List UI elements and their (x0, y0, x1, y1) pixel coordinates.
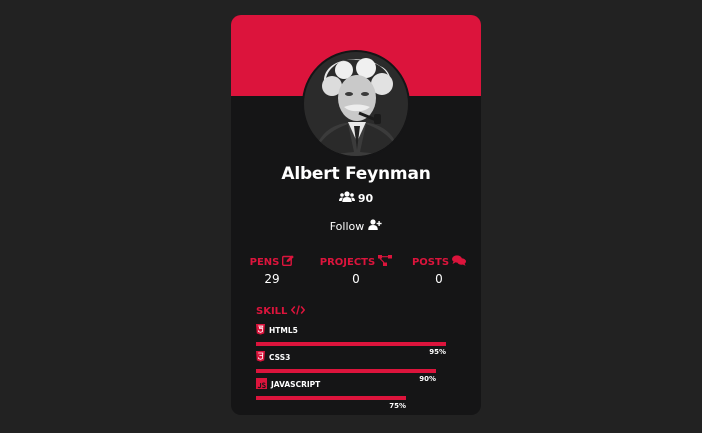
skill-row: HTML5 (256, 324, 446, 337)
comments-icon (452, 255, 467, 269)
skill-percent: 75% (389, 402, 406, 410)
skills-title: SKILL (256, 306, 288, 317)
css3-icon (256, 351, 265, 364)
profile-name: Albert Feynman (281, 164, 431, 184)
skill-progress-bar (256, 342, 446, 346)
stat-posts-label-wrap: POSTS (399, 255, 479, 269)
profile-card: Albert Feynman 90 Follow PENS 29 PROJECT… (231, 15, 481, 415)
stat-projects[interactable]: PROJECTS 0 (316, 255, 396, 286)
followers-value: 90 (357, 191, 374, 205)
stat-posts[interactable]: POSTS 0 (399, 255, 479, 286)
skill-progress-bar (256, 369, 436, 373)
stats-row: PENS 29 PROJECTS 0 POSTS 0 (231, 255, 481, 295)
code-icon (291, 305, 306, 318)
skill-row: JAVASCRIPT (256, 378, 406, 391)
stat-pens[interactable]: PENS 29 (232, 255, 312, 286)
stat-value: 29 (264, 272, 280, 286)
edit-icon (282, 255, 295, 269)
skill-name: HTML5 (269, 326, 298, 335)
skill-name: JAVASCRIPT (271, 380, 321, 389)
user-plus-icon (368, 219, 382, 233)
stat-label: PROJECTS (319, 256, 376, 268)
stat-value: 0 (352, 272, 360, 286)
stat-value: 0 (435, 272, 443, 286)
stat-pens-label-wrap: PENS (232, 255, 312, 269)
html5-icon (256, 324, 265, 337)
js-icon (256, 378, 267, 391)
users-icon (338, 191, 355, 205)
skill-progress-bar (256, 396, 406, 400)
stat-projects-label-wrap: PROJECTS (316, 255, 396, 269)
stat-label: PENS (249, 256, 280, 268)
stat-label: POSTS (411, 256, 450, 268)
avatar (302, 50, 410, 158)
skill-javascript: JAVASCRIPT 75% (256, 378, 406, 410)
project-diagram-icon (378, 255, 393, 269)
skill-row: CSS3 (256, 351, 436, 364)
skill-name: CSS3 (269, 353, 291, 362)
followers-count: 90 (231, 191, 481, 205)
avatar-photo (304, 52, 408, 156)
follow-button[interactable]: Follow (316, 217, 396, 235)
skills-heading: SKILL (256, 305, 306, 318)
follow-label: Follow (329, 219, 365, 233)
